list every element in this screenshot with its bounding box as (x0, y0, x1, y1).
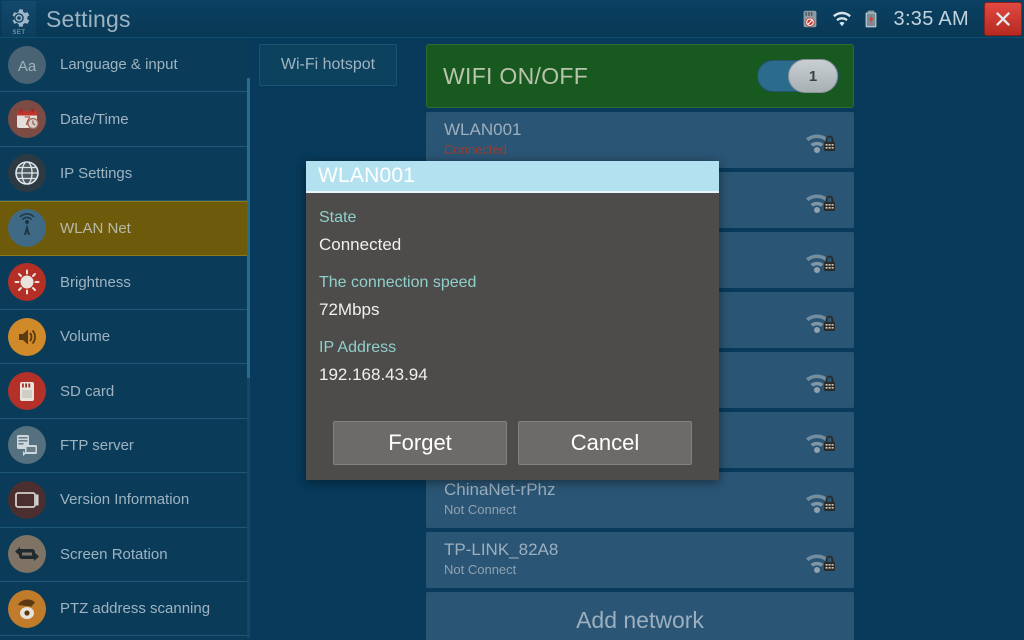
sidebar-item-ftp-server[interactable]: FTP server (0, 419, 250, 474)
dialog-button-bar: Forget Cancel (306, 421, 719, 465)
gear-icon[interactable]: SET (2, 1, 36, 37)
antenna-icon (8, 209, 46, 248)
title-bar: SET Settings 3:35 AM (0, 0, 1024, 38)
dialog-field-label: State (319, 209, 357, 226)
status-area: 3:35 AM (799, 0, 1024, 38)
sidebar-item-ip-settings[interactable]: IP Settings (0, 147, 250, 202)
wifi-ssid: ChinaNet-rPhz (444, 480, 556, 499)
sidebar-item-screen-rotation[interactable]: Screen Rotation (0, 528, 250, 582)
wifi-onoff-row[interactable]: WIFI ON/OFF 1 (426, 44, 854, 108)
dialog-body: State Connected The connection speed 72M… (306, 193, 719, 388)
ptz-camera-icon (8, 589, 46, 628)
svg-text:Aa: Aa (18, 58, 37, 75)
sd-card-icon (8, 372, 46, 411)
ftp-server-icon (8, 426, 46, 465)
sidebar-item-volume[interactable]: Volume (0, 310, 250, 365)
gear-icon-glyph (12, 9, 30, 27)
wifi-onoff-label: WIFI ON/OFF (443, 62, 589, 89)
sidebar-item-date-time[interactable]: 7 Date/Time (0, 92, 250, 147)
sidebar-item-language-input[interactable]: Aa Language & input (0, 38, 250, 93)
wifi-details-dialog: WLAN001 State Connected The connection s… (306, 161, 719, 480)
wifi-state: Not Connect (444, 502, 517, 517)
sidebar-item-brightness[interactable]: Brightness (0, 256, 250, 310)
wifi-ssid: WLAN001 (444, 120, 522, 139)
sidebar-item-label: Volume (60, 328, 111, 346)
sidebar-item-label: Date/Time (60, 110, 129, 128)
calendar-clock-icon: 7 (8, 100, 46, 139)
wifi-secured-icon (802, 305, 838, 335)
sidebar-item-label: IP Settings (60, 164, 133, 182)
wifi-onoff-toggle[interactable]: 1 (757, 59, 839, 93)
status-clock: 3:35 AM (893, 7, 969, 30)
tab-wifi-hotspot[interactable]: Wi-Fi hotspot (259, 44, 397, 86)
wifi-state: Not Connect (444, 562, 517, 577)
sidebar-item-label: Version Information (60, 491, 190, 509)
brightness-icon (8, 263, 46, 302)
sidebar-item-ptz-address-scanning[interactable]: PTZ address scanning (0, 582, 250, 637)
dialog-title-bar: WLAN001 (306, 161, 719, 193)
wifi-signal-icon (830, 7, 852, 31)
sidebar-item-label: Language & input (60, 56, 178, 74)
wifi-ssid: TP-LINK_82A8 (444, 540, 559, 559)
dialog-field-label: The connection speed (319, 274, 477, 291)
sidebar[interactable]: Aa Language & input 7 Date/Time IP Setti… (0, 38, 250, 640)
wifi-network-row[interactable]: TP-LINK_82A8 Not Connect (426, 532, 854, 588)
language-icon: Aa (8, 45, 46, 84)
wifi-secured-icon (802, 545, 838, 575)
sidebar-item-label: Brightness (60, 273, 131, 291)
dialog-field-value: Connected (319, 235, 402, 254)
sidebar-item-version-information[interactable]: Version Information (0, 473, 250, 528)
wifi-state: Connected (444, 142, 507, 157)
sidebar-item-label: FTP server (60, 436, 134, 454)
dialog-title: WLAN001 (318, 164, 416, 187)
volume-icon (8, 317, 46, 356)
rotate-icon (8, 535, 46, 574)
wifi-secured-icon (802, 425, 838, 455)
forget-button-label: Forget (388, 430, 452, 455)
wifi-network-row[interactable]: ChinaNet-rPhz Not Connect (426, 472, 854, 528)
settings-screen: SET Settings 3:35 AM Aa Language & input… (0, 0, 1024, 640)
dialog-field-value: 192.168.43.94 (319, 365, 428, 384)
globe-icon (8, 154, 46, 193)
sidebar-item-label: SD card (60, 382, 115, 400)
sidebar-item-wlan-net[interactable]: WLAN Net (0, 201, 250, 256)
monitor-icon (8, 480, 46, 519)
battery-charging-icon (861, 7, 883, 31)
close-button[interactable] (984, 2, 1022, 36)
tab-wifi-hotspot-label: Wi-Fi hotspot (280, 56, 376, 73)
add-network-button[interactable]: Add network (426, 592, 854, 640)
gear-icon-sublabel: SET (12, 30, 26, 36)
sidebar-item-sd-card[interactable]: SD card (0, 364, 250, 419)
wifi-secured-icon (802, 365, 838, 395)
sidebar-item-label: Screen Rotation (60, 545, 168, 563)
add-network-label: Add network (576, 606, 704, 633)
sidebar-item-label: WLAN Net (60, 219, 131, 237)
sidebar-item-label: PTZ address scanning (60, 600, 211, 618)
sd-card-disabled-icon (799, 7, 821, 31)
close-icon (996, 12, 1010, 26)
page-title: Settings (46, 5, 131, 32)
dialog-field-value: 72Mbps (319, 300, 380, 319)
dialog-field-label: IP Address (319, 339, 397, 356)
wifi-secured-icon (802, 185, 838, 215)
wifi-secured-icon (802, 125, 838, 155)
wifi-secured-icon (802, 245, 838, 275)
forget-button[interactable]: Forget (333, 421, 507, 465)
cancel-button[interactable]: Cancel (518, 421, 692, 465)
cancel-button-label: Cancel (570, 430, 640, 455)
wifi-onoff-toggle-knob[interactable]: 1 (788, 59, 838, 93)
wifi-network-row[interactable]: WLAN001 Connected (426, 112, 854, 168)
wifi-secured-icon (802, 485, 838, 515)
